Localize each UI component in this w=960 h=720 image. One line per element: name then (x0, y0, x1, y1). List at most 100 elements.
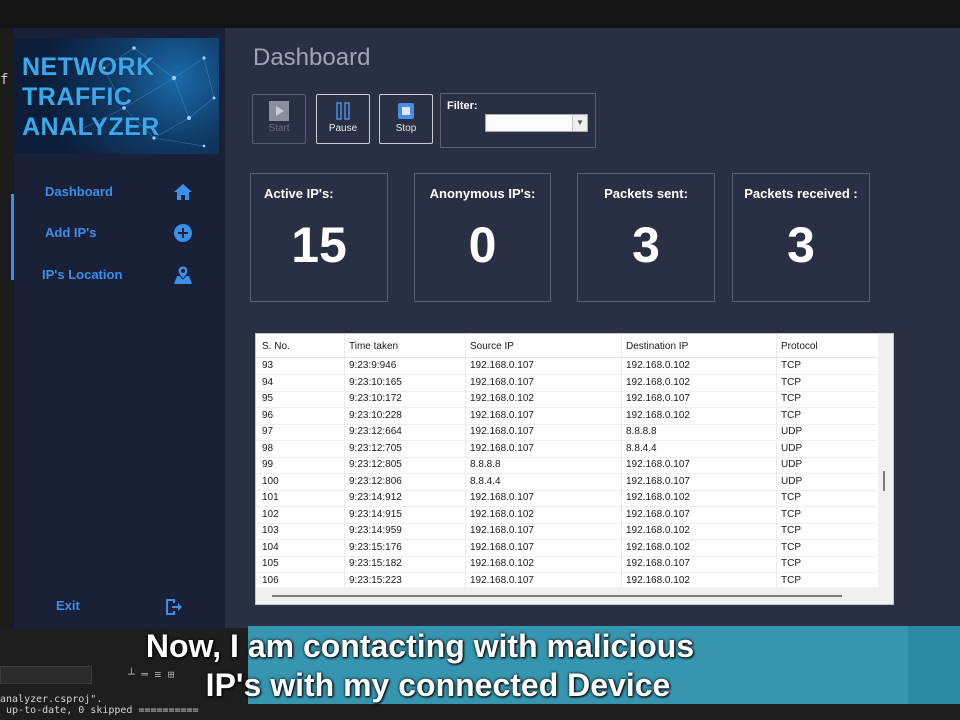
table-cell: 101 (262, 492, 279, 503)
table-cell: 9:23:10:172 (349, 393, 402, 404)
column-header-destination-ip[interactable]: Destination IP (626, 341, 688, 352)
table-cell: 192.168.0.107 (626, 459, 690, 470)
sidebar-item-add-ips[interactable]: Add IP's (14, 219, 225, 247)
stop-button[interactable]: Stop (379, 94, 433, 144)
table-cell: 192.168.0.107 (626, 508, 690, 520)
stat-value: 0 (468, 217, 497, 273)
horizontal-scrollbar[interactable] (256, 587, 878, 604)
table-cell: 192.168.0.107 (470, 492, 534, 503)
caption-line-1: Now, I am contacting with malicious (145, 628, 695, 664)
column-header-source-ip[interactable]: Source IP (470, 341, 514, 352)
table-cell: TCP (781, 574, 801, 586)
plus-circle-icon (174, 224, 192, 242)
pause-icon (336, 102, 350, 120)
stat-card-packets-received: Packets received : 3 (732, 173, 870, 302)
table-cell: 9:23:10:228 (349, 409, 402, 421)
table-row[interactable]: 100 9:23:12:806 8.8.4.4 192.168.0.107 UDP (256, 474, 877, 491)
vertical-scrollbar[interactable] (878, 334, 893, 604)
table-cell: TCP (781, 525, 801, 536)
column-header-time[interactable]: Time taken (349, 341, 398, 352)
table-cell: 192.168.0.107 (470, 574, 534, 586)
table-cell: 8.8.8.8 (626, 426, 657, 437)
table-cell: 99 (262, 459, 274, 470)
table-cell: 103 (262, 525, 279, 536)
chevron-down-icon[interactable]: ▼ (572, 115, 587, 131)
table-row[interactable]: 98 9:23:12:705 192.168.0.107 8.8.4.4 UDP (256, 441, 877, 458)
table-cell: TCP (781, 541, 801, 553)
table-cell: UDP (781, 475, 803, 487)
table-cell: 192.168.0.102 (626, 525, 690, 536)
table-cell: 192.168.0.102 (626, 360, 690, 371)
table-cell: 192.168.0.107 (470, 426, 534, 437)
exit-icon[interactable] (163, 597, 183, 617)
table-cell: 9:23:12:806 (349, 475, 402, 487)
stat-label: Packets received : (744, 186, 858, 201)
console-line: up-to-date, 0 skipped ========== (0, 705, 199, 716)
stat-value: 15 (291, 217, 347, 273)
sidebar-item-label: Dashboard (45, 184, 113, 199)
table-row[interactable]: 103 9:23:14:959 192.168.0.107 192.168.0.102… (256, 523, 877, 540)
table-cell: 192.168.0.102 (626, 376, 690, 388)
pause-button-label: Pause (328, 123, 358, 134)
table-cell: 98 (262, 442, 274, 454)
pause-button[interactable]: Pause (316, 94, 370, 144)
table-row[interactable]: 93 9:23:9:946 192.168.0.107 192.168.0.102 TC… (256, 358, 877, 375)
stat-label: Active IP's: (264, 186, 334, 201)
table-cell: 192.168.0.102 (470, 393, 534, 404)
page-title: Dashboard (253, 44, 371, 71)
sidebar-item-dashboard[interactable]: Dashboard (14, 178, 225, 206)
home-icon (174, 184, 192, 200)
filter-dropdown[interactable]: ▼ (485, 114, 588, 132)
video-caption: Now, I am contacting with malicious IP's… (0, 627, 840, 705)
map-pin-icon (174, 265, 192, 284)
table-cell: TCP (781, 558, 801, 569)
app-logo-title: NETWORK TRAFFIC ANALYZER (22, 53, 160, 141)
sidebar-item-ips-location[interactable]: IP's Location (14, 261, 225, 289)
table-cell: 9:23:9:946 (349, 360, 397, 371)
filter-group: Filter: ▼ (440, 93, 596, 148)
caption-background-edge (908, 626, 960, 704)
vertical-scroll-thumb[interactable] (883, 471, 885, 491)
column-header-protocol[interactable]: Protocol (781, 341, 818, 352)
table-row[interactable]: 102 9:23:14:915 192.168.0.102 192.168.0.107… (256, 507, 877, 524)
table-row[interactable]: 97 9:23:12:664 192.168.0.107 8.8.8.8 UDP (256, 424, 877, 441)
table-cell: 9:23:12:705 (349, 442, 402, 454)
table-header: S. No. Time taken Source IP Destination … (256, 337, 877, 358)
table-row[interactable]: 101 9:23:14:912 192.168.0.107 192.168.0.102… (256, 490, 877, 507)
table-row[interactable]: 99 9:23:12:805 8.8.8.8 192.168.0.107 UDP (256, 457, 877, 474)
table-row[interactable]: 105 9:23:15:182 192.168.0.102 192.168.0.107… (256, 556, 877, 573)
horizontal-scroll-thumb[interactable] (272, 595, 842, 597)
table-cell: 9:23:15:223 (349, 574, 402, 586)
table-cell: TCP (781, 508, 801, 520)
table-cell: 192.168.0.102 (626, 541, 690, 553)
table-cell: 192.168.0.102 (626, 574, 690, 586)
table-cell: 95 (262, 393, 274, 404)
exit-button[interactable]: Exit (56, 598, 80, 613)
table-row[interactable]: 96 9:23:10:228 192.168.0.107 192.168.0.102 T… (256, 408, 877, 425)
table-cell: 102 (262, 508, 279, 520)
stat-card-active-ips: Active IP's: 15 (250, 173, 388, 302)
table-row[interactable]: 94 9:23:10:165 192.168.0.107 192.168.0.102 T… (256, 375, 877, 392)
table-cell: TCP (781, 393, 801, 404)
table-cell: 100 (262, 475, 279, 487)
table-cell: 192.168.0.107 (626, 558, 690, 569)
start-button[interactable]: Start (252, 94, 306, 144)
stat-card-packets-sent: Packets sent: 3 (577, 173, 715, 302)
stat-label: Packets sent: (604, 186, 688, 201)
table-cell: 192.168.0.107 (470, 376, 534, 388)
column-header-sno[interactable]: S. No. (262, 341, 290, 352)
table-cell: 9:23:10:165 (349, 376, 402, 388)
table-cell: 9:23:14:912 (349, 492, 402, 503)
table-cell: 192.168.0.102 (626, 492, 690, 503)
table-cell: UDP (781, 459, 803, 470)
ide-left-gutter: f (0, 28, 14, 628)
table-row[interactable]: 104 9:23:15:176 192.168.0.107 192.168.0.102… (256, 540, 877, 557)
table-cell: 192.168.0.107 (470, 442, 534, 454)
app-logo: NETWORK TRAFFIC ANALYZER (14, 38, 219, 154)
table-cell: TCP (781, 409, 801, 421)
table-cell: 192.168.0.102 (470, 508, 534, 520)
table-cell: 192.168.0.107 (470, 525, 534, 536)
play-icon (269, 101, 289, 121)
table-cell: 94 (262, 376, 274, 388)
table-row[interactable]: 95 9:23:10:172 192.168.0.102 192.168.0.107 T… (256, 391, 877, 408)
